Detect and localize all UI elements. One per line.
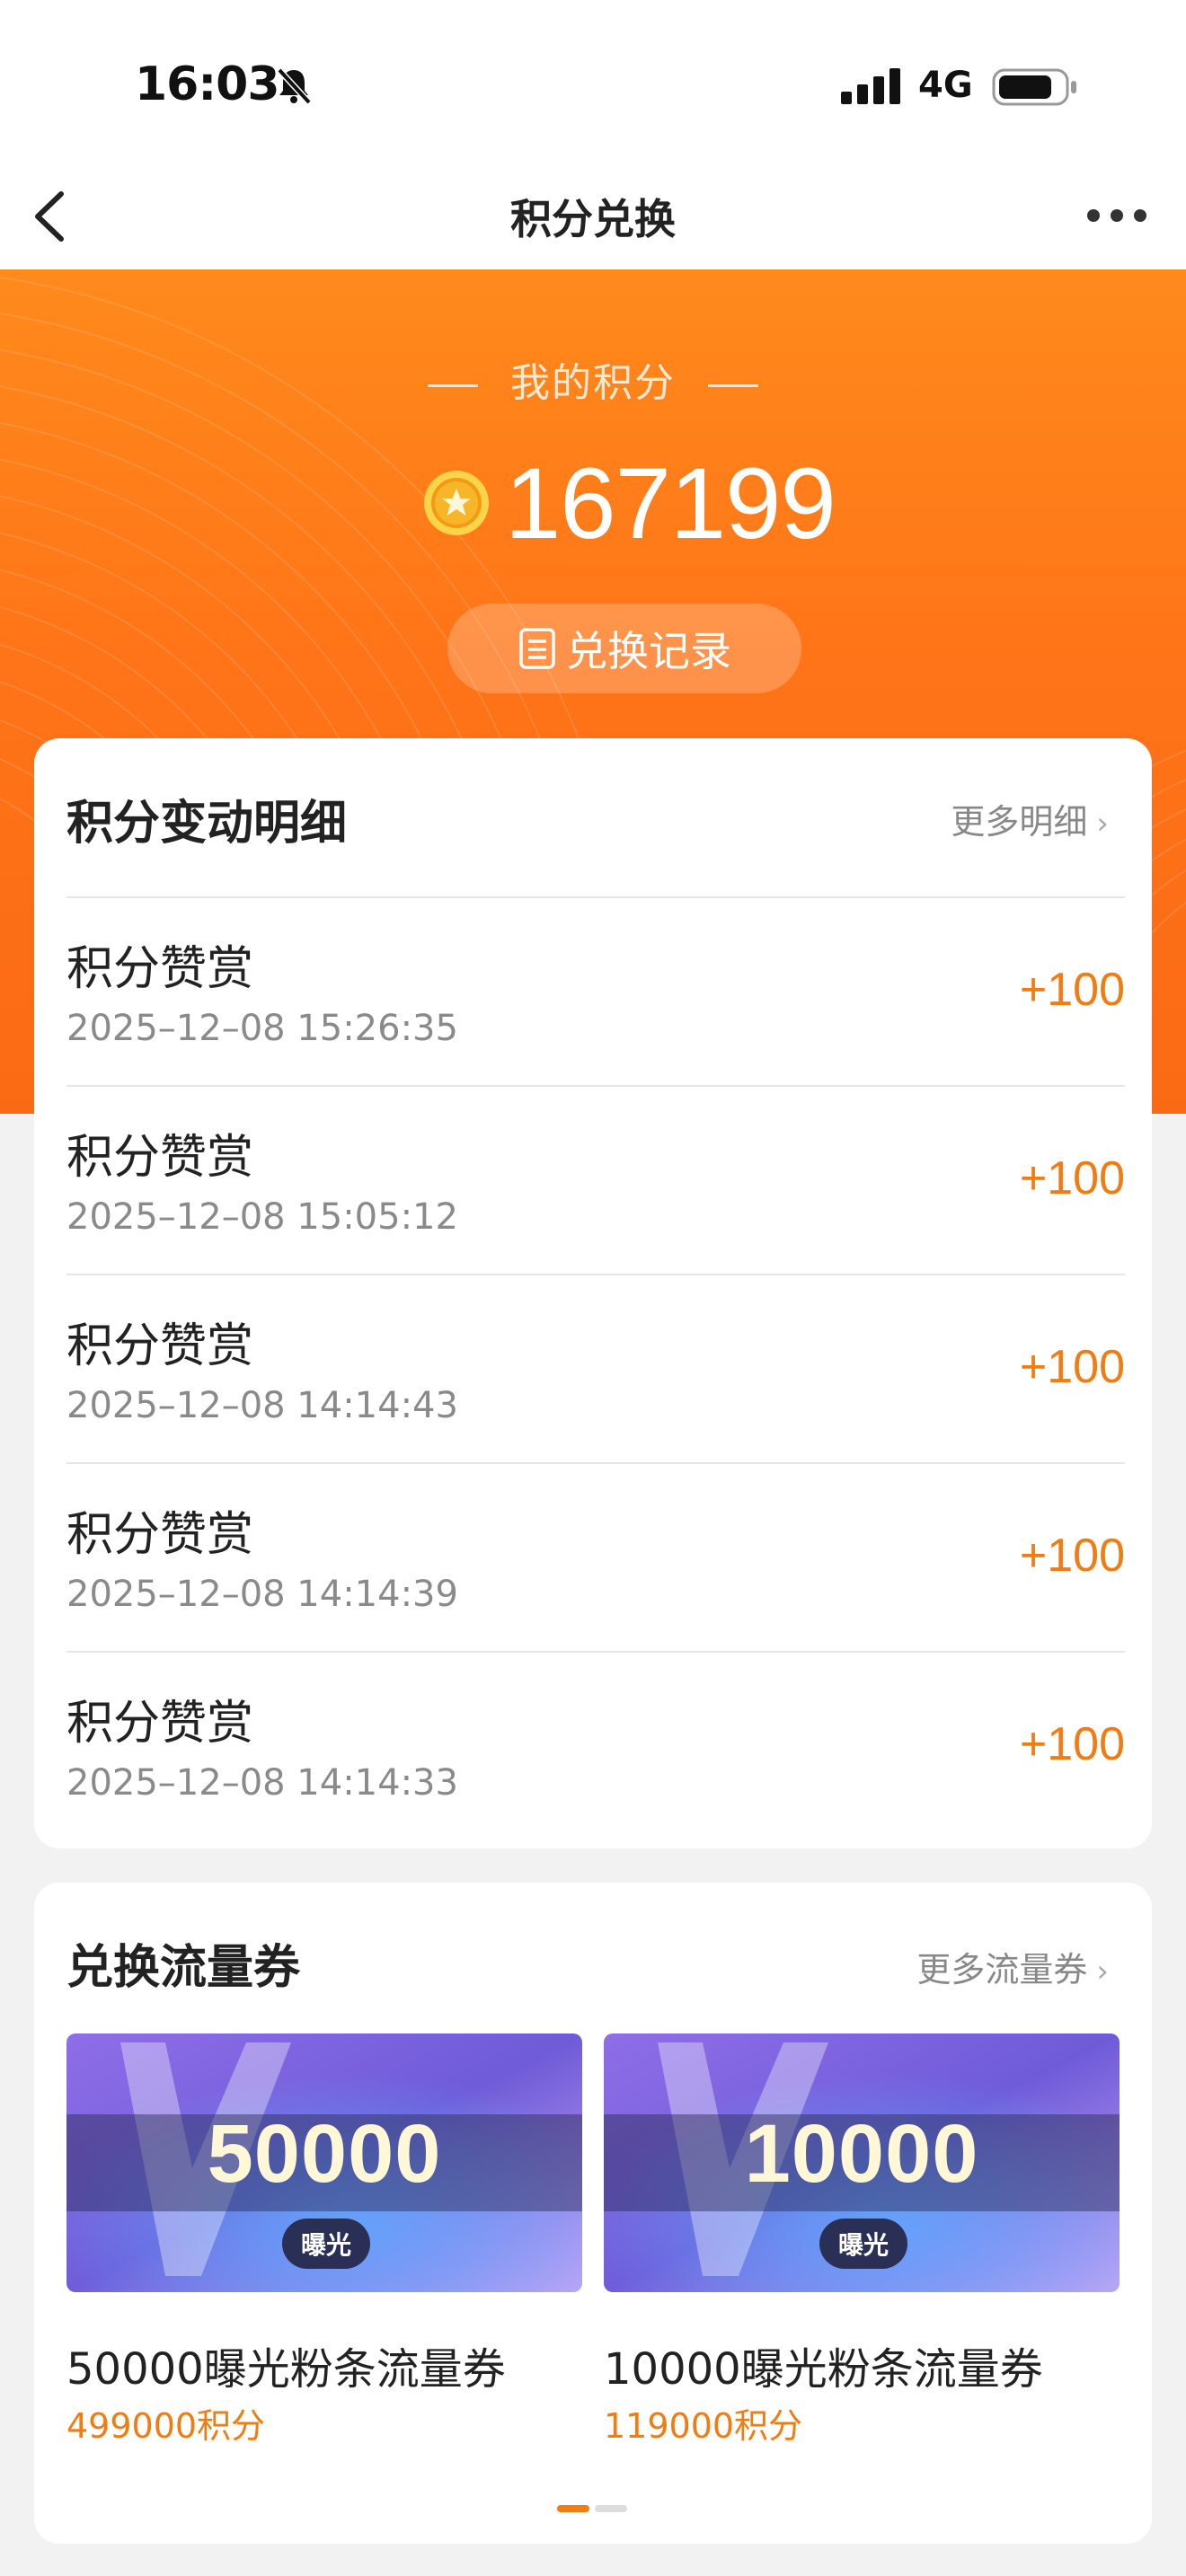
voucher-tag: 曝光 bbox=[282, 2219, 370, 2269]
voucher-name: 50000曝光粉条流量券 bbox=[66, 2344, 506, 2395]
voucher-name: 10000曝光粉条流量券 bbox=[604, 2344, 1043, 2395]
voucher-item[interactable]: 10000 曝光 10000曝光粉条流量券 119000积分 bbox=[604, 2033, 1120, 2446]
points-record-row[interactable]: 积分赞赏 2025–12–08 15:05:12 +100 bbox=[66, 1085, 1125, 1274]
voucher-price: 499000积分 bbox=[66, 2406, 266, 2446]
more-vouchers-link[interactable]: 更多流量券 › bbox=[916, 1942, 1109, 1991]
more-details-label: 更多明细 bbox=[951, 802, 1088, 842]
points-detail-title: 积分变动明细 bbox=[66, 797, 348, 851]
record-value: +100 bbox=[1019, 1530, 1125, 1582]
points-label: 我的积分 bbox=[0, 350, 1186, 408]
more-options-icon[interactable] bbox=[1085, 207, 1148, 225]
points-record-row[interactable]: 积分赞赏 2025–12–08 15:26:35 +100 bbox=[66, 896, 1125, 1085]
record-time: 2025–12–08 14:14:33 bbox=[66, 1762, 458, 1804]
more-vouchers-label: 更多流量券 bbox=[916, 1950, 1088, 1989]
status-time: 16:03 bbox=[135, 57, 280, 111]
voucher-amount: 50000 bbox=[207, 2108, 442, 2200]
document-icon bbox=[519, 628, 555, 669]
points-record-row[interactable]: 积分赞赏 2025–12–08 14:14:43 +100 bbox=[66, 1274, 1125, 1462]
exchange-record-button[interactable]: 兑换记录 bbox=[447, 604, 801, 693]
record-title: 积分赞赏 bbox=[66, 1131, 254, 1185]
points-value: 167199 bbox=[505, 447, 836, 560]
chevron-right-icon: › bbox=[1096, 806, 1109, 842]
points-record-row[interactable]: 积分赞赏 2025–12–08 14:14:33 +100 bbox=[66, 1651, 1125, 1839]
pager-dot-active bbox=[557, 2505, 589, 2512]
status-bar: 16:03 4G bbox=[0, 0, 1186, 171]
voucher-image: 10000 曝光 bbox=[604, 2033, 1120, 2292]
nav-bar: 积分兑换 bbox=[0, 171, 1186, 269]
record-time: 2025–12–08 15:26:35 bbox=[66, 1008, 458, 1049]
exchange-record-label: 兑换记录 bbox=[566, 627, 731, 675]
record-title: 积分赞赏 bbox=[66, 1508, 254, 1562]
page-title: 积分兑换 bbox=[510, 195, 676, 243]
more-details-link[interactable]: 更多明细 › bbox=[951, 794, 1109, 843]
signal-icon bbox=[841, 68, 900, 104]
voucher-section-title: 兑换流量券 bbox=[66, 1941, 301, 1995]
network-label: 4G bbox=[918, 65, 973, 106]
record-time: 2025–12–08 15:05:12 bbox=[66, 1196, 458, 1238]
record-time: 2025–12–08 14:14:43 bbox=[66, 1385, 458, 1426]
voucher-amount: 10000 bbox=[744, 2108, 979, 2200]
voucher-image: 50000 曝光 bbox=[66, 2033, 582, 2292]
points-record-row[interactable]: 积分赞赏 2025–12–08 14:14:39 +100 bbox=[66, 1462, 1125, 1651]
record-value: +100 bbox=[1019, 1341, 1125, 1393]
coin-icon bbox=[424, 471, 489, 535]
points-detail-card: 积分变动明细 更多明细 › 积分赞赏 2025–12–08 15:26:35 +1… bbox=[34, 738, 1152, 1848]
record-title: 积分赞赏 bbox=[66, 942, 254, 996]
chevron-right-icon: › bbox=[1096, 1954, 1109, 1989]
record-title: 积分赞赏 bbox=[66, 1319, 254, 1373]
pager-dot bbox=[595, 2505, 627, 2512]
voucher-tag: 曝光 bbox=[819, 2219, 907, 2269]
record-value: +100 bbox=[1019, 1152, 1125, 1204]
record-time: 2025–12–08 14:14:39 bbox=[66, 1574, 458, 1615]
record-value: +100 bbox=[1019, 1718, 1125, 1770]
voucher-item[interactable]: 50000 曝光 50000曝光粉条流量券 499000积分 bbox=[66, 2033, 582, 2446]
voucher-price: 119000积分 bbox=[604, 2406, 803, 2446]
carousel-pager bbox=[557, 2499, 633, 2516]
bell-muted-icon bbox=[277, 67, 312, 105]
points-label-text: 我的积分 bbox=[510, 360, 676, 406]
traffic-voucher-card: 兑换流量券 更多流量券 › 50000 曝光 50000曝光粉条流量券 4990… bbox=[34, 1883, 1152, 2544]
record-value: +100 bbox=[1019, 964, 1125, 1016]
record-title: 积分赞赏 bbox=[66, 1697, 254, 1751]
battery-icon bbox=[992, 68, 1076, 106]
